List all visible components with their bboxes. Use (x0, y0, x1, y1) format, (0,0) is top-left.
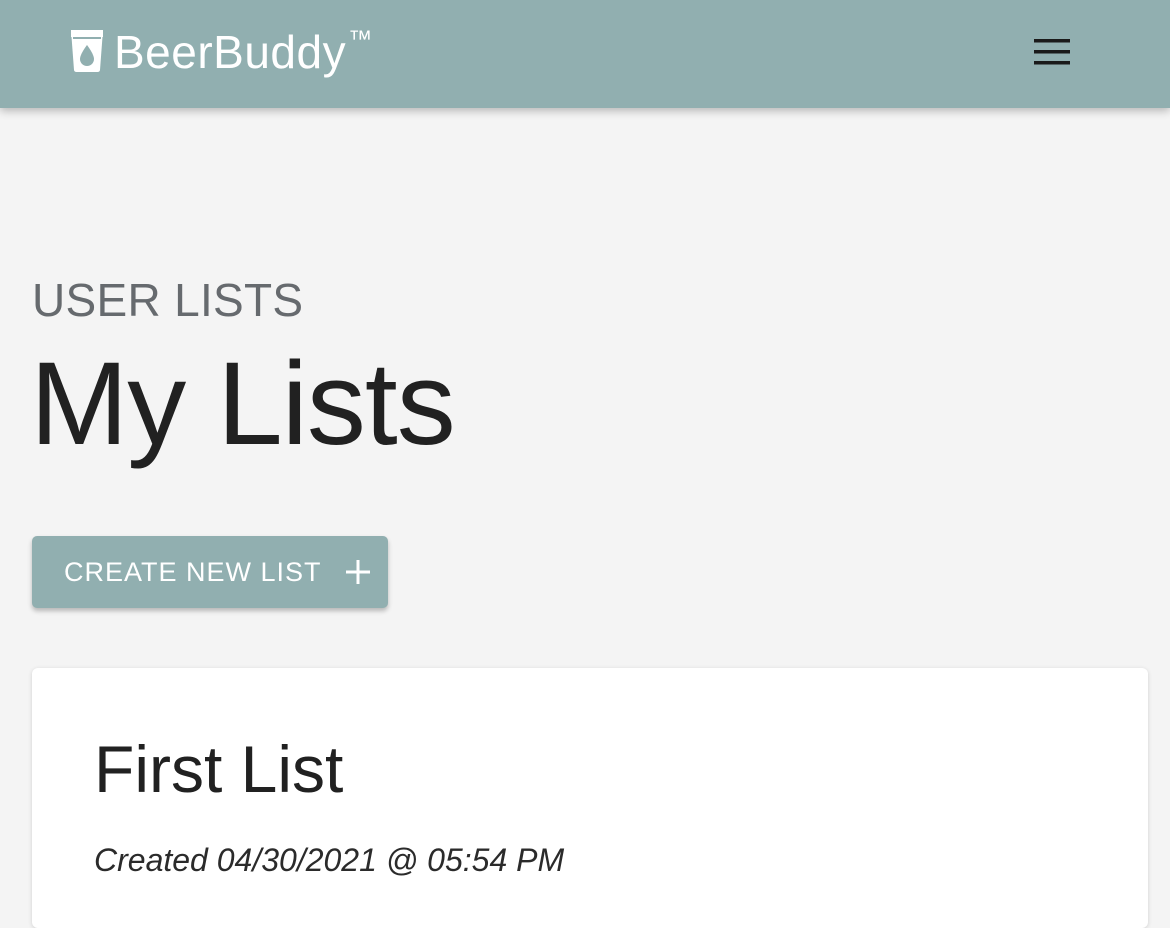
brand-name: BeerBuddy (114, 26, 347, 78)
list-created-date: Created 04/30/2021 @ 05:54 PM (94, 842, 565, 878)
menu-button[interactable] (1024, 30, 1080, 74)
list-card[interactable]: First List Created 04/30/2021 @ 05:54 PM (32, 668, 1148, 928)
app-bar: BeerBuddy ™ (0, 0, 1170, 108)
trademark-symbol: ™ (348, 26, 373, 53)
plus-icon (345, 560, 370, 584)
create-new-list-label: CREATE NEW LIST (64, 557, 322, 587)
main-content: USER LISTS My Lists CREATE NEW LIST Firs… (0, 108, 1170, 928)
create-new-list-button[interactable]: CREATE NEW LIST (32, 536, 388, 608)
hamburger-menu-icon (1034, 39, 1070, 65)
brand-logo-link[interactable]: BeerBuddy ™ (68, 24, 372, 80)
list-title: First List (94, 732, 344, 806)
beer-glass-icon (71, 30, 103, 72)
page-title: My Lists (30, 338, 456, 470)
section-overline: USER LISTS (32, 274, 304, 326)
